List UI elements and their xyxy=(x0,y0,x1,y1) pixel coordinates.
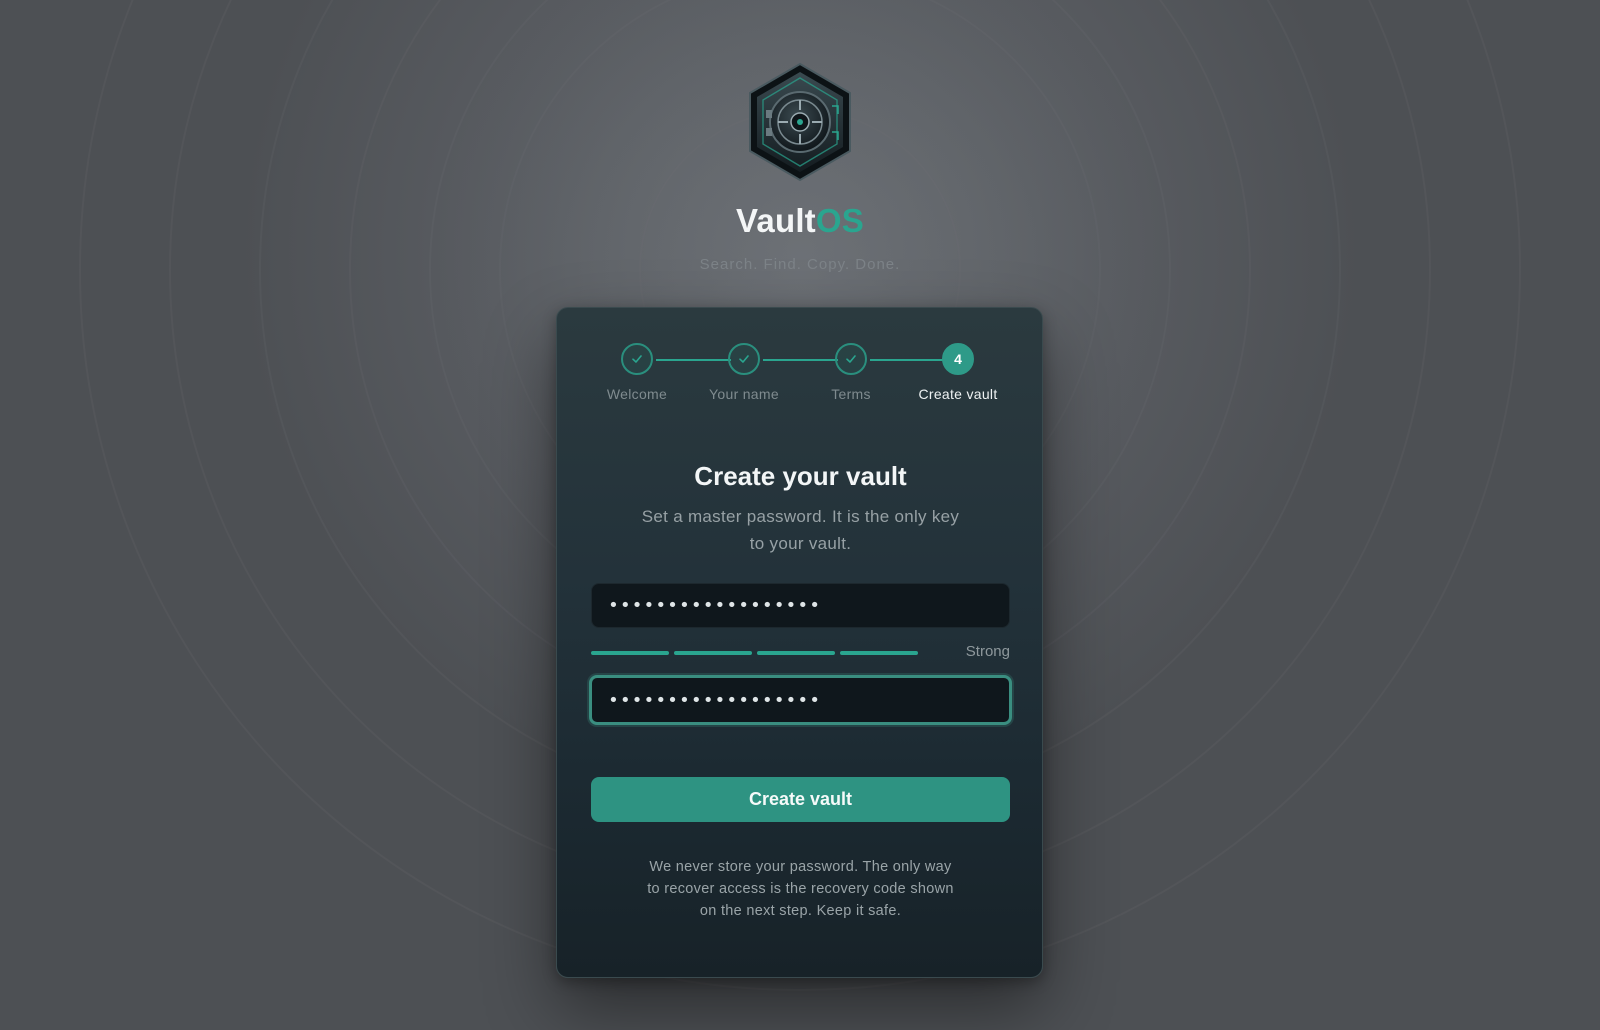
strength-segment xyxy=(840,651,918,655)
step-label-create-vault: Create vault xyxy=(918,386,998,402)
step-number: 4 xyxy=(954,351,962,367)
stepper: 4 Welcome Your name Terms Create vault xyxy=(557,308,1044,418)
tagline: Search. Find. Copy. Done. xyxy=(699,256,901,273)
setup-card: 4 Welcome Your name Terms Create vault C… xyxy=(556,307,1043,978)
card-subtitle: Set a master password. It is the only ke… xyxy=(641,507,960,553)
step-connector xyxy=(870,359,945,361)
password-dots: •••••••••••••••••• xyxy=(608,689,822,711)
check-icon xyxy=(846,355,856,363)
step-connector xyxy=(763,359,838,361)
master-password-input[interactable]: •••••••••••••••••• xyxy=(591,583,1010,628)
strength-segment xyxy=(674,651,752,655)
step-your-name-indicator[interactable] xyxy=(728,343,760,375)
vault-safe-icon xyxy=(749,62,851,182)
step-label-your-name: Your name xyxy=(709,386,779,402)
step-label-terms: Terms xyxy=(831,386,871,402)
step-terms-indicator[interactable] xyxy=(835,343,867,375)
create-vault-button[interactable]: Create vault xyxy=(591,777,1010,822)
step-welcome-indicator[interactable] xyxy=(621,343,653,375)
brand-name-main: Vault xyxy=(736,202,816,239)
brand-name-accent: OS xyxy=(815,202,864,239)
strength-segment xyxy=(757,651,835,655)
brand-name: VaultOS xyxy=(0,202,1600,240)
step-connector xyxy=(656,359,731,361)
card-title: Create your vault xyxy=(694,461,907,491)
password-dots: •••••••••••••••••• xyxy=(608,595,822,616)
password-strength-meter: Strong xyxy=(591,643,1010,660)
strength-segment xyxy=(591,651,669,655)
step-create-vault-indicator: 4 xyxy=(942,343,974,375)
security-note: We never store your password. The only w… xyxy=(647,859,954,919)
step-label-welcome: Welcome xyxy=(606,386,668,402)
strength-label: Strong xyxy=(965,643,1010,660)
check-icon xyxy=(632,355,642,363)
check-icon xyxy=(739,355,749,363)
confirm-password-input[interactable]: •••••••••••••••••• xyxy=(589,675,1012,725)
